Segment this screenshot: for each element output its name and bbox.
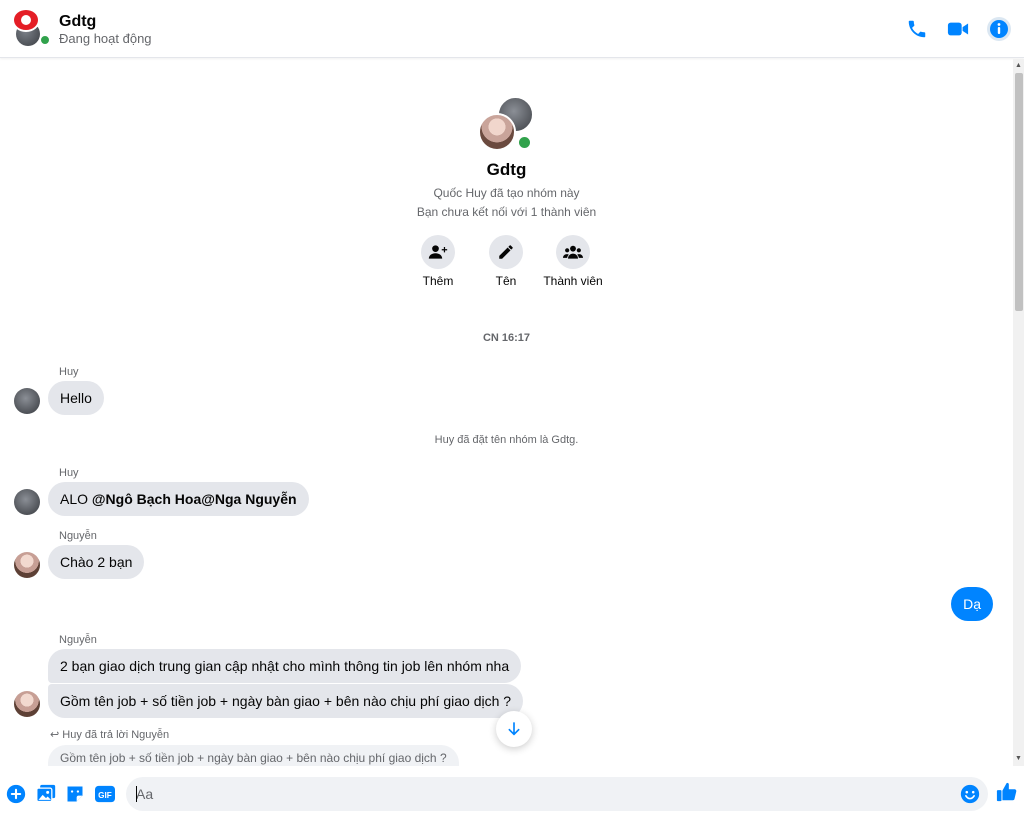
avatar[interactable] — [14, 691, 40, 717]
avatar[interactable] — [14, 489, 40, 515]
video-camera-icon — [947, 22, 969, 36]
more-actions-button[interactable] — [5, 783, 27, 805]
attach-photo-button[interactable] — [35, 783, 57, 805]
timestamp-divider: CN 16:17 — [482, 332, 531, 344]
info-icon — [987, 17, 1011, 41]
reply-note-text: Huy đã trả lời Nguyễn — [62, 729, 170, 741]
phone-icon — [908, 20, 926, 38]
not-connected-note: Bạn chưa kết nối với 1 thành viên — [416, 205, 597, 219]
members-circle — [556, 235, 590, 269]
group-avatar[interactable] — [12, 8, 51, 48]
group-name: Gdtg — [486, 160, 527, 179]
online-indicator — [517, 135, 532, 150]
thumbs-up-icon — [996, 782, 1017, 802]
group-avatar-large — [478, 96, 534, 152]
avatar[interactable] — [14, 388, 40, 414]
reply-indicator: ↩ Huy đã trả lời Nguyễn — [50, 728, 169, 741]
online-indicator — [39, 34, 51, 46]
arrow-down-icon — [508, 722, 520, 736]
scroll-to-bottom-button[interactable] — [496, 711, 532, 747]
like-button[interactable] — [996, 781, 1018, 803]
scrollbar-thumb[interactable] — [1015, 73, 1023, 311]
composer: GIF — [0, 766, 1024, 818]
scrollbar[interactable]: ▲ ▼ — [1013, 59, 1024, 766]
members-icon — [563, 245, 583, 259]
conversation-info-button[interactable] — [986, 16, 1012, 42]
member-avatar — [478, 113, 516, 151]
gif-label: GIF — [98, 791, 112, 800]
active-status: Đang hoạt động — [59, 31, 152, 46]
mention-link[interactable]: @Ngô Bạch Hoa@Nga Nguyễn — [92, 491, 297, 507]
quoted-message[interactable]: Gồm tên job + số tiền job + ngày bàn gia… — [48, 745, 459, 766]
chat-header: Gdtg Đang hoạt động — [0, 0, 1024, 58]
conversation-title[interactable]: Gdtg — [59, 13, 96, 31]
system-message: Huy đã đặt tên nhóm là Gdtg. — [434, 434, 579, 446]
message-input[interactable] — [136, 777, 936, 811]
sticker-icon — [67, 786, 83, 802]
add-member-circle — [421, 235, 455, 269]
message-bubble[interactable]: Chào 2 bạn — [48, 545, 145, 579]
message-input-box[interactable] — [126, 777, 988, 811]
plus-circle-icon — [6, 784, 26, 804]
emoji-button[interactable] — [959, 783, 981, 805]
sender-name: Nguyễn — [59, 634, 97, 646]
sticker-button[interactable] — [64, 783, 86, 805]
members-label: Thành viên — [543, 274, 603, 288]
smiley-icon — [960, 784, 980, 804]
my-message-bubble[interactable]: Dạ — [951, 587, 993, 621]
message-bubble[interactable]: 2 bạn giao dịch trung gian cập nhật cho … — [48, 649, 522, 683]
message-bubble[interactable]: ALO @Ngô Bạch Hoa@Nga Nguyễn — [48, 482, 309, 516]
photo-icon — [36, 784, 56, 803]
gif-button[interactable]: GIF — [94, 783, 116, 805]
video-call-button[interactable] — [945, 16, 971, 42]
voice-call-button[interactable] — [904, 16, 930, 42]
text-caret — [136, 786, 137, 802]
member-avatar — [12, 8, 40, 32]
group-created-note: Quốc Huy đã tạo nhóm này — [433, 186, 580, 200]
add-person-icon — [428, 245, 448, 259]
scroll-down-arrow[interactable]: ▼ — [1013, 752, 1024, 766]
message-bubble[interactable]: Hello — [48, 381, 104, 415]
sender-name: Huy — [59, 467, 79, 479]
scroll-up-arrow[interactable]: ▲ — [1013, 59, 1024, 73]
sender-name: Nguyễn — [59, 530, 97, 542]
message-bubble[interactable]: Gồm tên job + số tiền job + ngày bàn gia… — [48, 684, 524, 718]
message-list[interactable]: Gdtg Quốc Huy đã tạo nhóm này Bạn chưa k… — [0, 59, 1024, 766]
message-text: ALO — [60, 491, 92, 507]
gif-icon: GIF — [95, 785, 115, 803]
pencil-icon — [499, 245, 513, 259]
members-action[interactable]: Thành viên — [533, 235, 613, 288]
rename-circle — [489, 235, 523, 269]
avatar[interactable] — [14, 552, 40, 578]
sender-name: Huy — [59, 366, 79, 378]
reply-arrow-icon: ↩ — [50, 729, 60, 741]
